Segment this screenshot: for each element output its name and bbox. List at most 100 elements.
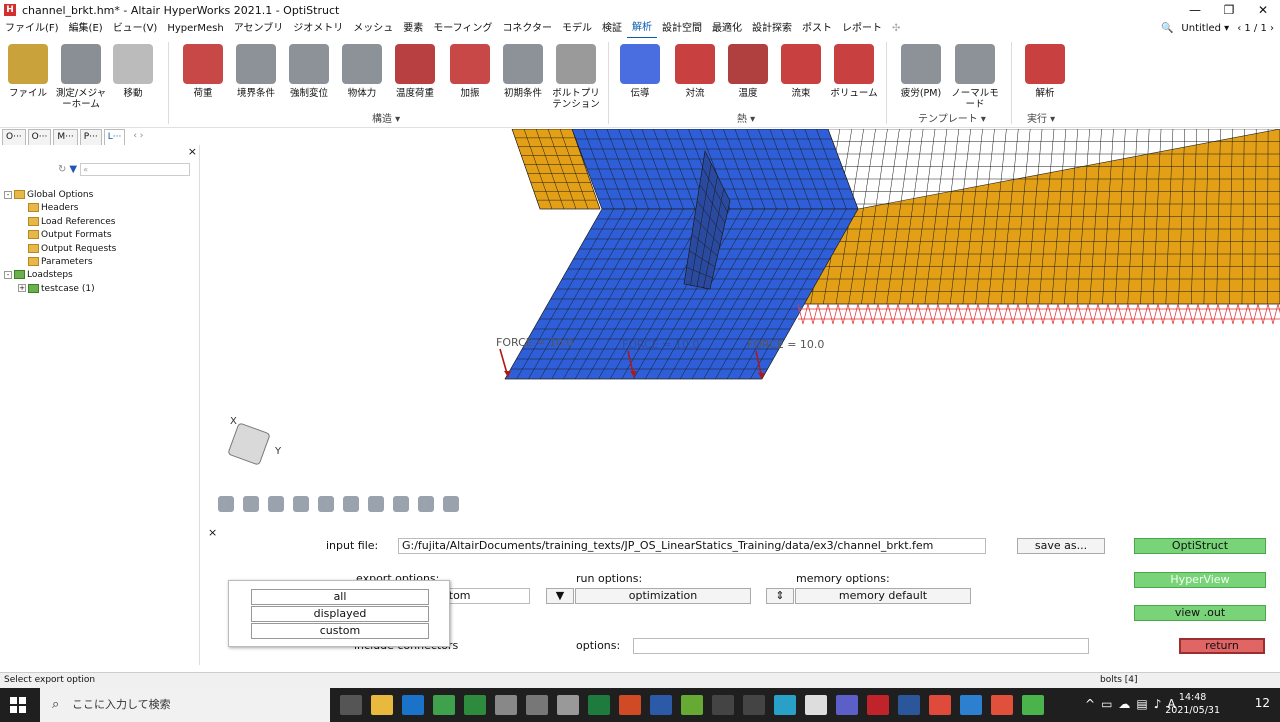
hyperworks-taskbar-icon[interactable]	[991, 695, 1013, 715]
app-icon[interactable]	[557, 695, 579, 715]
menu-geometry[interactable]: ジオメトリ	[288, 20, 348, 38]
menu-assembly[interactable]: アセンブリ	[229, 20, 289, 38]
search-icon[interactable]: 🔍	[1161, 20, 1173, 38]
view-shading-icon[interactable]	[293, 496, 309, 512]
save-as-button[interactable]: save as...	[1017, 538, 1105, 554]
tree-node[interactable]: + testcase (1)	[4, 283, 200, 296]
session-dropdown[interactable]: Untitled ▾	[1181, 20, 1229, 38]
optistruct-button[interactable]: OptiStruct	[1134, 538, 1266, 554]
panel-close-icon[interactable]: ×	[208, 526, 217, 539]
view-display-icon[interactable]	[243, 496, 259, 512]
model-mesh[interactable]	[200, 129, 1280, 524]
tab-scroll-arrows[interactable]: ‹ ›	[133, 129, 143, 145]
ribbon-group-run[interactable]: 実行 ▾	[1027, 110, 1055, 125]
menu-file[interactable]: ファイル(F)	[0, 20, 64, 38]
hyperview-button[interactable]: HyperView	[1134, 572, 1266, 588]
tab-browser-4[interactable]: P···	[79, 129, 102, 145]
refresh-icon[interactable]: ↻	[58, 164, 66, 175]
view-zoom-icon[interactable]	[393, 496, 409, 512]
task-view-icon[interactable]	[340, 695, 362, 715]
menu-post[interactable]: ポスト	[797, 20, 837, 38]
ribbon-temperature-load-button[interactable]: 温度荷重	[387, 44, 443, 99]
outlook-icon[interactable]	[402, 695, 424, 715]
ribbon-boundary-condition-button[interactable]: 境界条件	[228, 44, 284, 99]
expand-icon[interactable]: +	[18, 284, 26, 293]
collapse-icon[interactable]: -	[4, 190, 12, 199]
view-camera-icon[interactable]	[418, 496, 434, 512]
tree-node[interactable]: Headers	[4, 202, 200, 215]
ribbon-bolt-pretension-button[interactable]: ボルトプリテンション	[548, 44, 604, 110]
ribbon-normal-mode-button[interactable]: ノーマルモード	[947, 44, 1003, 110]
ribbon-fatigue-button[interactable]: 疲労(PM)	[893, 44, 949, 99]
close-button[interactable]: ✕	[1246, 0, 1280, 20]
clock[interactable]: 14:48 2021/05/31	[1165, 691, 1220, 717]
ribbon-body-force-button[interactable]: 物体力	[334, 44, 390, 99]
menu-design-exploration[interactable]: 設計探索	[747, 20, 797, 38]
tab-browser-3[interactable]: M···	[53, 129, 78, 145]
add-ribbon-icon[interactable]: ✣	[887, 20, 905, 38]
app-icon[interactable]	[929, 695, 951, 715]
menu-analysis[interactable]: 解析	[627, 19, 658, 39]
filter-input[interactable]: «	[80, 163, 191, 176]
menu-connectors[interactable]: コネクター	[497, 20, 557, 38]
explorer-icon[interactable]	[371, 695, 393, 715]
ribbon-volume-button[interactable]: ボリューム	[826, 44, 882, 99]
constraint-lattice[interactable]	[797, 303, 1280, 325]
vim-icon[interactable]	[464, 695, 486, 715]
tree-node[interactable]: Output Formats	[4, 229, 200, 242]
tree-node[interactable]: Load References	[4, 216, 200, 229]
run-options-toggle[interactable]: ▼	[546, 588, 574, 604]
export-option-all[interactable]: all	[251, 589, 429, 605]
menu-verify[interactable]: 検証	[597, 20, 627, 38]
tree-node[interactable]: Parameters	[4, 256, 200, 269]
page-nav[interactable]: ‹ 1 / 1 ›	[1237, 20, 1274, 38]
app-icon[interactable]	[743, 695, 765, 715]
ribbon-load-button[interactable]: 荷重	[175, 44, 231, 99]
view-target-icon[interactable]	[343, 496, 359, 512]
export-option-displayed[interactable]: displayed	[251, 606, 429, 622]
ribbon-move-button[interactable]: 移動	[105, 44, 161, 99]
ribbon-group-template[interactable]: テンプレート ▾	[918, 110, 986, 125]
acrobat-icon[interactable]	[867, 695, 889, 715]
app-icon[interactable]	[681, 695, 703, 715]
powershell-icon[interactable]	[650, 695, 672, 715]
tray-cloud-icon[interactable]: ☁	[1118, 697, 1130, 711]
menu-report[interactable]: レポート	[837, 20, 887, 38]
menu-hypermesh[interactable]: HyperMesh	[162, 20, 228, 38]
tree-node[interactable]: - Loadsteps	[4, 269, 200, 282]
ribbon-initial-condition-button[interactable]: 初期条件	[495, 44, 551, 99]
input-file-field[interactable]: G:/fujita/AltairDocuments/training_texts…	[398, 538, 986, 554]
powerpoint-icon[interactable]	[619, 695, 641, 715]
menu-model[interactable]: モデル	[557, 20, 597, 38]
menu-view[interactable]: ビュー(V)	[108, 20, 163, 38]
minimize-button[interactable]: —	[1178, 0, 1212, 20]
view-out-button[interactable]: view .out	[1134, 605, 1266, 621]
ribbon-temperature-button[interactable]: 温度	[720, 44, 776, 99]
app-icon[interactable]	[805, 695, 827, 715]
menu-optimization[interactable]: 最適化	[707, 20, 747, 38]
windows-start-icon[interactable]	[10, 697, 26, 713]
tray-network-icon[interactable]: ▤	[1136, 697, 1147, 711]
tray-chevron-icon[interactable]: ^	[1085, 697, 1095, 711]
tray-volume-icon[interactable]: ♪	[1154, 697, 1162, 711]
ribbon-group-structure[interactable]: 構造 ▾	[372, 110, 400, 125]
menu-mesh[interactable]: メッシュ	[348, 20, 398, 38]
app-icon[interactable]	[774, 695, 796, 715]
chrome-icon[interactable]	[433, 695, 455, 715]
view-axis-icon[interactable]	[368, 496, 384, 512]
ribbon-file-button[interactable]: ファイル	[0, 44, 56, 99]
ribbon-excitation-button[interactable]: 加振	[442, 44, 498, 99]
excel-icon[interactable]	[588, 695, 610, 715]
teams-icon[interactable]	[836, 695, 858, 715]
ribbon-group-thermal[interactable]: 熱 ▾	[737, 110, 755, 125]
filter-icon[interactable]: ▼	[69, 164, 77, 175]
ribbon-convection-button[interactable]: 対流	[667, 44, 723, 99]
collapse-icon[interactable]: -	[4, 270, 12, 279]
menu-edit[interactable]: 編集(E)	[64, 20, 108, 38]
app-icon[interactable]	[960, 695, 982, 715]
ribbon-forced-displacement-button[interactable]: 強制変位	[281, 44, 337, 99]
tray-battery-icon[interactable]: ▭	[1101, 697, 1112, 711]
word-icon[interactable]	[898, 695, 920, 715]
ribbon-conduction-button[interactable]: 伝導	[612, 44, 668, 99]
graphics-viewport[interactable]: FORCE = 10.0 FORCE = 10.0 FORCE = 10.0 X…	[200, 129, 1280, 524]
